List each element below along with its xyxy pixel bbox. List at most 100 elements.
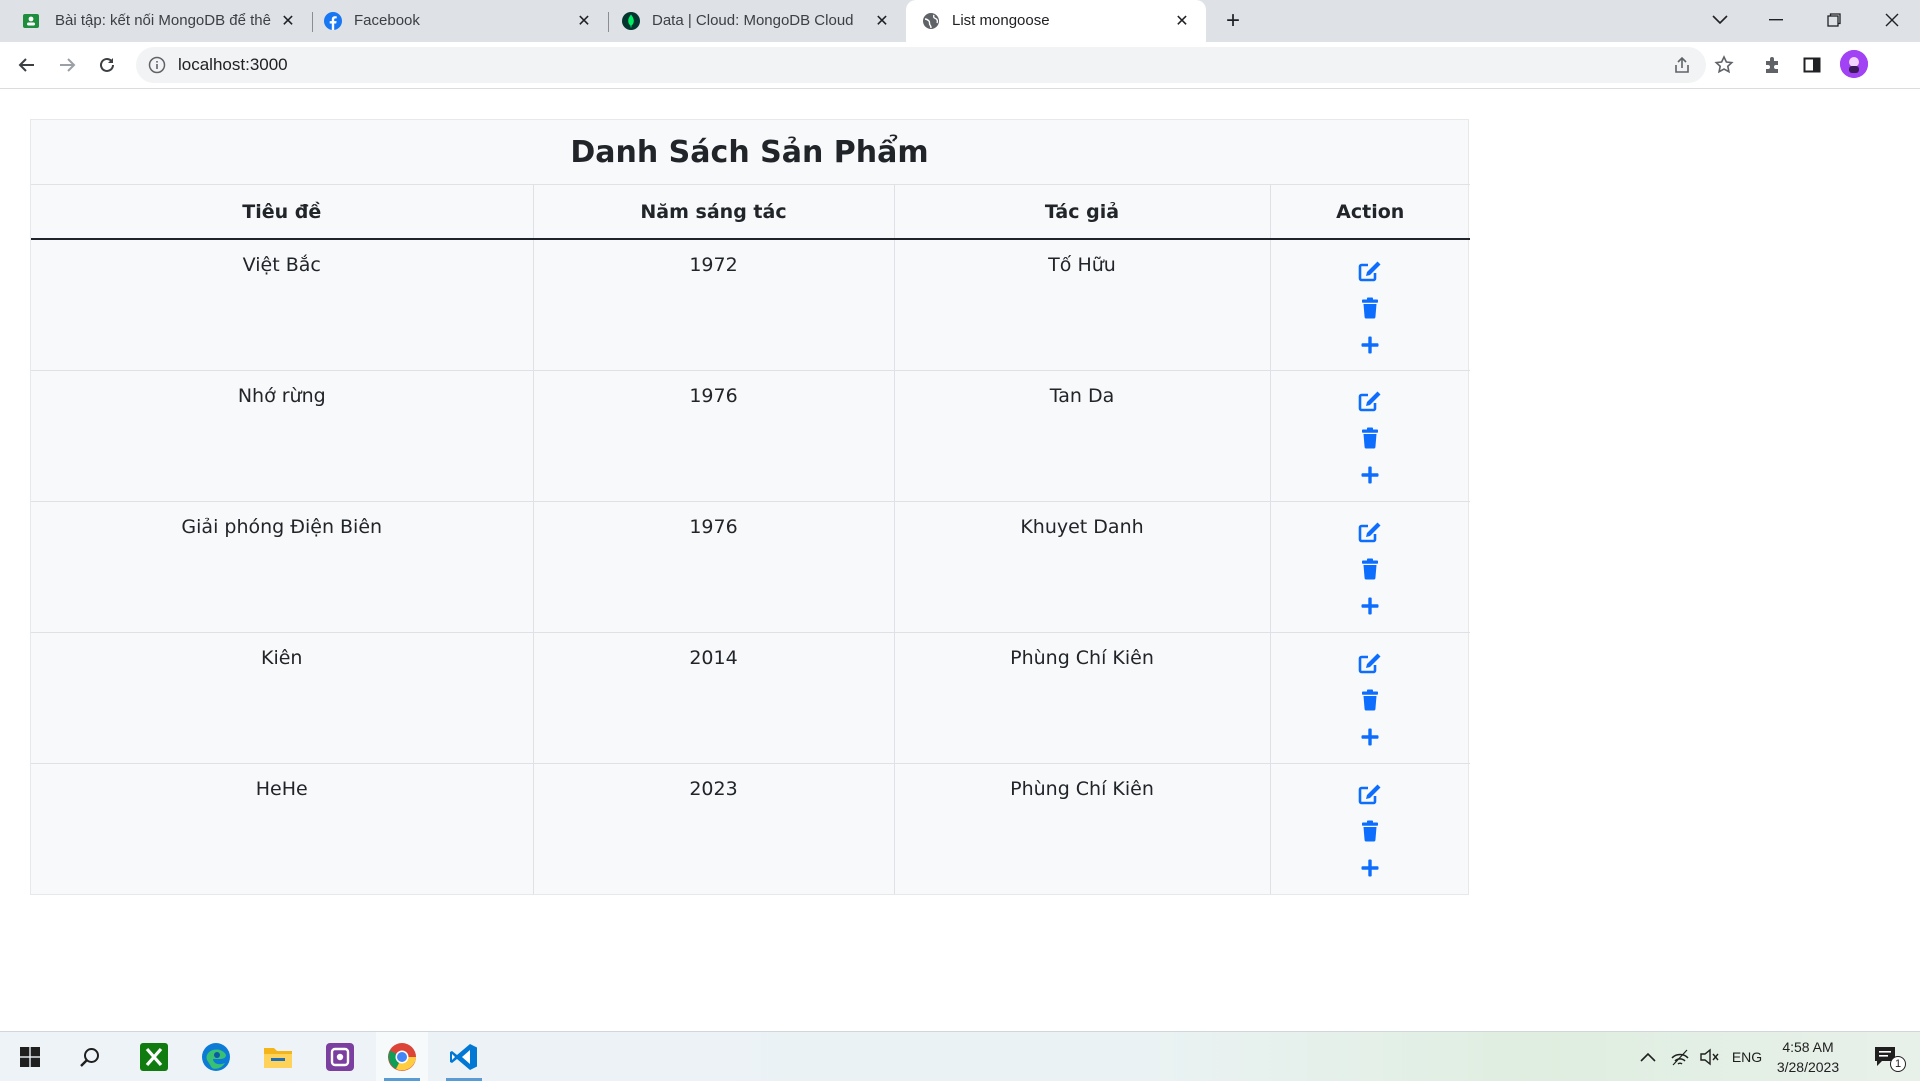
cell-title: Việt Bắc [31, 239, 534, 371]
cell-year: 1976 [533, 370, 895, 502]
facebook-icon [324, 12, 342, 30]
close-tab-icon[interactable]: ✕ [872, 11, 892, 31]
windows-taskbar: ENG 4:58 AM 3/28/2023 1 [0, 1031, 1920, 1081]
column-header-year: Năm sáng tác [533, 184, 895, 240]
share-icon[interactable] [1668, 51, 1696, 79]
author-text: Khuyet Danh [1020, 515, 1144, 538]
trash-icon[interactable] [1357, 688, 1383, 713]
year-text: 1976 [689, 384, 738, 407]
cell-actions [1270, 632, 1470, 764]
table-row: Giải phóng Điện Biên 1976 Khuyet Danh [31, 501, 1470, 633]
side-panel-icon[interactable] [1798, 51, 1826, 79]
table-row: Nhớ rừng 1976 Tan Da [31, 370, 1470, 502]
table-header-row: Tiêu đề Năm sáng tác Tác giả Action [31, 184, 1470, 240]
year-text: 2023 [689, 777, 738, 800]
cell-actions [1270, 763, 1470, 894]
column-header-author: Tác giả [894, 184, 1271, 240]
vscode-icon[interactable] [438, 1032, 490, 1081]
trash-icon[interactable] [1357, 426, 1383, 451]
plus-icon[interactable] [1357, 856, 1383, 881]
chrome-icon[interactable] [376, 1032, 428, 1081]
edit-icon[interactable] [1357, 258, 1383, 283]
page-viewport: Danh Sách Sản Phẩm Tiêu đề Năm sáng tác … [0, 89, 1920, 1031]
close-window-button[interactable] [1864, 0, 1920, 40]
volume-muted-icon[interactable] [1696, 1032, 1724, 1081]
globe-icon [923, 13, 939, 29]
windows-start-icon[interactable] [4, 1032, 56, 1081]
row-actions [1272, 385, 1470, 488]
edit-icon[interactable] [1357, 782, 1383, 807]
cell-author: Phùng Chí Kiên [894, 763, 1271, 894]
tab-search-icon[interactable] [1692, 0, 1748, 40]
tab-title: Data | Cloud: MongoDB Cloud [652, 12, 854, 29]
edit-icon[interactable] [1357, 389, 1383, 414]
title-text: Kiên [261, 646, 303, 669]
tab-facebook[interactable]: Facebook ✕ [312, 0, 608, 42]
tab-baitap[interactable]: Bài tập: kết nối MongoDB để thê ✕ [0, 0, 312, 42]
title-text: HeHe [255, 777, 308, 800]
xbox-icon[interactable] [128, 1032, 180, 1081]
title-text: Nhớ rừng [237, 384, 326, 407]
table-row: Kiên 2014 Phùng Chí Kiên [31, 632, 1470, 764]
notification-center-icon[interactable]: 1 [1864, 1032, 1908, 1081]
close-tab-icon[interactable]: ✕ [574, 11, 594, 31]
system-clock[interactable]: 4:58 AM 3/28/2023 [1760, 1037, 1856, 1077]
browser-toolbar: localhost:3000 [0, 42, 1920, 89]
product-list-card: Danh Sách Sản Phẩm Tiêu đề Năm sáng tác … [30, 119, 1470, 895]
back-button[interactable] [12, 50, 42, 80]
edit-icon[interactable] [1357, 651, 1383, 676]
cell-title: Giải phóng Điện Biên [31, 501, 534, 633]
column-header-action: Action [1270, 184, 1470, 240]
close-tab-icon[interactable]: ✕ [278, 11, 298, 31]
cell-year: 1972 [533, 239, 895, 371]
author-text: Tố Hữu [1048, 254, 1116, 276]
author-text: Phùng Chí Kiên [1010, 646, 1154, 669]
minimize-button[interactable] [1748, 0, 1804, 40]
new-tab-button[interactable]: + [1220, 7, 1246, 34]
year-text: 2014 [689, 646, 738, 669]
trash-icon[interactable] [1357, 295, 1383, 320]
restore-button[interactable] [1806, 0, 1862, 40]
cell-author: Tan Da [894, 370, 1271, 502]
year-text: 1972 [689, 254, 738, 276]
row-actions [1272, 647, 1470, 750]
cell-actions [1270, 501, 1470, 633]
cell-year: 1976 [533, 501, 895, 633]
tab-mongodb-cloud[interactable]: Data | Cloud: MongoDB Cloud ✕ [608, 0, 906, 42]
close-tab-icon[interactable]: ✕ [1172, 11, 1192, 31]
tab-title: Facebook [354, 12, 420, 29]
trash-icon[interactable] [1357, 557, 1383, 582]
edit-icon[interactable] [1357, 520, 1383, 545]
cell-title: Nhớ rừng [31, 370, 534, 502]
trash-icon[interactable] [1357, 819, 1383, 844]
row-actions [1272, 778, 1470, 881]
page-title: Danh Sách Sản Phẩm [570, 134, 929, 170]
network-icon[interactable] [1666, 1032, 1694, 1081]
profile-avatar[interactable] [1840, 50, 1868, 78]
search-icon[interactable] [64, 1032, 116, 1081]
table-row: Việt Bắc 1972 Tố Hữu [31, 239, 1470, 371]
site-info-icon[interactable] [148, 56, 166, 74]
table-row: HeHe 2023 Phùng Chí Kiên [31, 763, 1470, 894]
plus-icon[interactable] [1357, 725, 1383, 750]
cell-author: Phùng Chí Kiên [894, 632, 1271, 764]
title-text: Giải phóng Điện Biên [181, 515, 383, 538]
file-explorer-icon[interactable] [252, 1032, 304, 1081]
bookmark-star-icon[interactable] [1710, 51, 1738, 79]
tab-list-mongoose[interactable]: List mongoose ✕ [906, 0, 1206, 42]
app-icon[interactable] [314, 1032, 366, 1081]
plus-icon[interactable] [1357, 332, 1383, 357]
cell-title: HeHe [31, 763, 534, 894]
extensions-icon[interactable] [1758, 51, 1786, 79]
forward-button[interactable] [52, 50, 82, 80]
url-text: localhost:3000 [178, 55, 288, 74]
plus-icon[interactable] [1357, 463, 1383, 488]
cell-actions [1270, 370, 1470, 502]
address-bar[interactable]: localhost:3000 [136, 47, 1706, 83]
plus-icon[interactable] [1357, 594, 1383, 619]
cell-author: Khuyet Danh [894, 501, 1271, 633]
reload-button[interactable] [92, 50, 122, 80]
edge-icon[interactable] [190, 1032, 242, 1081]
show-hidden-icons-button[interactable] [1636, 1032, 1660, 1081]
title-text: Việt Bắc [242, 254, 321, 276]
